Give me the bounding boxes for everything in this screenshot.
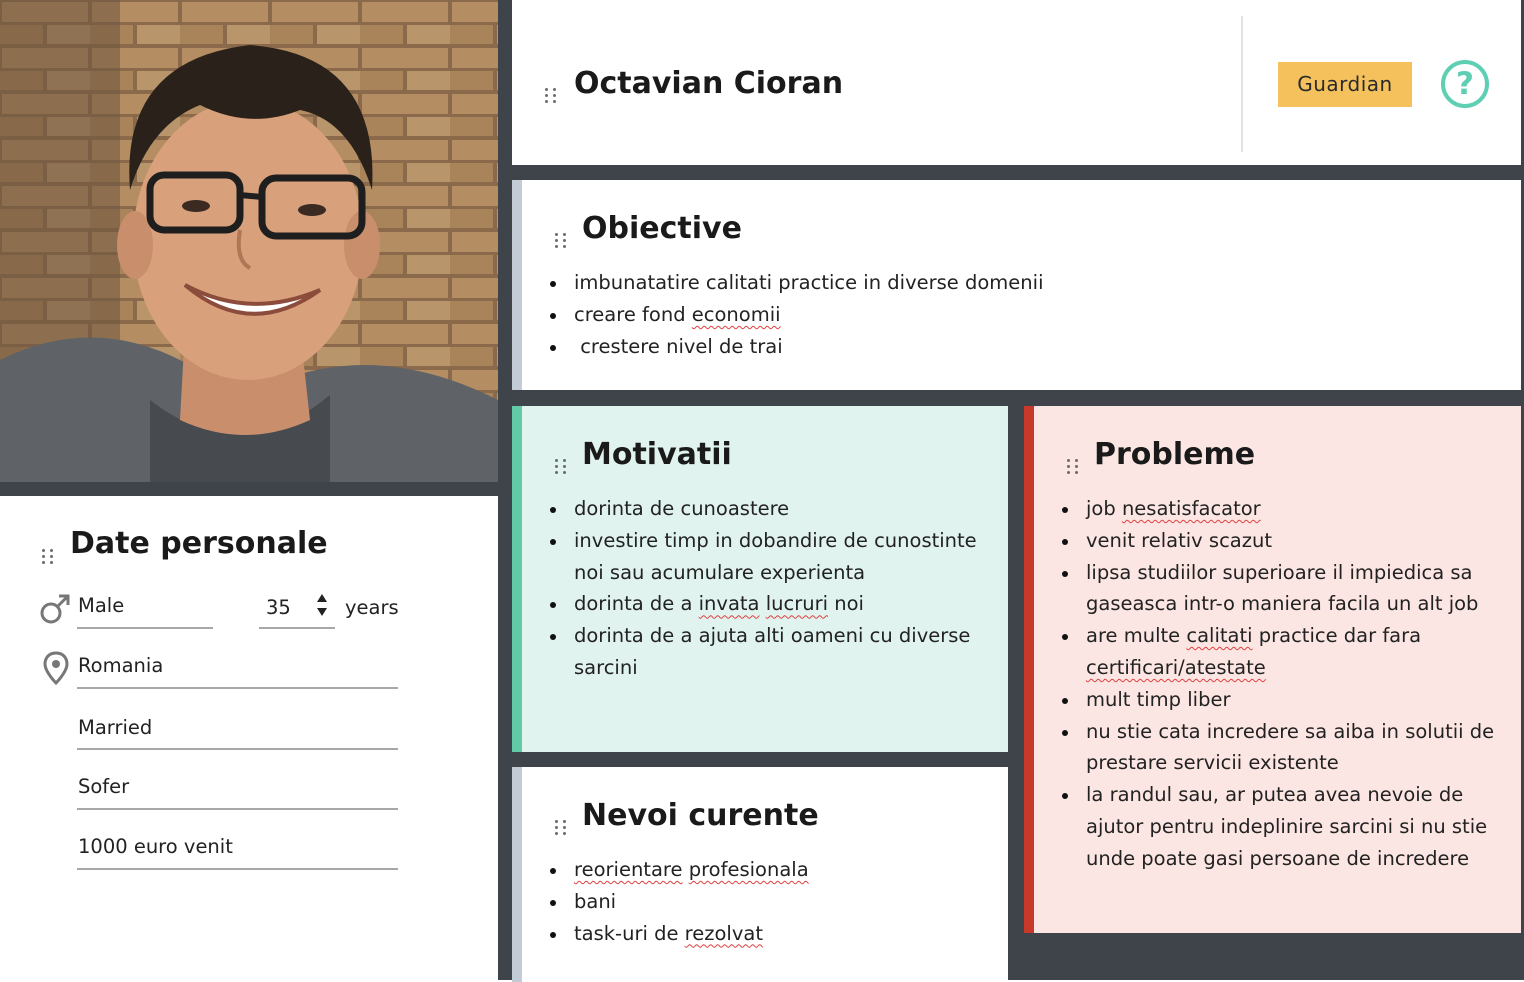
- location-field[interactable]: Romania: [78, 654, 163, 677]
- person-photo-image: [0, 0, 498, 482]
- age-underline: [259, 627, 335, 629]
- header-divider: [1241, 16, 1243, 152]
- photo-divider: [0, 482, 498, 496]
- drag-handle-icon[interactable]: [555, 809, 567, 835]
- list-item: are multe calitati practice dar fara cer…: [1060, 620, 1500, 684]
- list-item: job nesatisfacator: [1060, 493, 1500, 525]
- drag-handle-icon[interactable]: [555, 448, 567, 474]
- panel-accent-bar: [512, 767, 522, 982]
- marital-underline: [77, 748, 398, 750]
- list-item: venit relativ scazut: [1060, 525, 1500, 557]
- list-item: reorientare profesionala: [548, 854, 988, 886]
- income-underline: [77, 868, 398, 870]
- list-item: imbunatatire calitati practice in divers…: [548, 267, 1488, 299]
- gender-field[interactable]: Male: [78, 594, 124, 617]
- location-pin-icon: [43, 651, 69, 685]
- problems-title: Probleme: [1094, 437, 1256, 472]
- age-field[interactable]: 35: [266, 596, 291, 619]
- drag-handle-icon[interactable]: [555, 222, 567, 248]
- occupation-field[interactable]: Sofer: [78, 775, 129, 798]
- list-item: investire timp in dobandire de cunostint…: [548, 525, 988, 589]
- male-gender-icon: [40, 594, 70, 624]
- panel-accent-bar: [512, 180, 522, 390]
- drag-handle-icon[interactable]: [545, 77, 557, 103]
- persona-name[interactable]: Octavian Cioran: [574, 66, 843, 101]
- persona-type-badge[interactable]: Guardian: [1278, 62, 1412, 107]
- list-item: dorinta de cunoastere: [548, 493, 988, 525]
- motivations-list: dorinta de cunoastere investire timp in …: [548, 493, 988, 684]
- panel-accent-bar: [512, 406, 522, 752]
- problems-panel: Probleme job nesatisfacator venit relati…: [1024, 406, 1521, 933]
- motivations-panel: Motivatii dorinta de cunoastere investir…: [512, 406, 1008, 752]
- age-unit-label: years: [345, 596, 399, 619]
- list-item: dorinta de a invata lucruri noi: [548, 588, 988, 620]
- list-item: la randul sau, ar putea avea nevoie de a…: [1060, 779, 1500, 874]
- age-stepper-icon[interactable]: [315, 592, 329, 620]
- marital-status-field[interactable]: Married: [78, 716, 152, 739]
- list-item: task-uri de rezolvat: [548, 918, 988, 950]
- persona-canvas: Date personale Male 35 years Romania Mar…: [0, 0, 1524, 982]
- motivations-title: Motivatii: [582, 437, 732, 472]
- personal-data-panel: Date personale Male 35 years Romania Mar…: [0, 496, 498, 982]
- list-item: bani: [548, 886, 988, 918]
- list-item: nu stie cata incredere sa aiba in soluti…: [1060, 716, 1500, 780]
- location-underline: [77, 687, 398, 689]
- objectives-panel: Obiective imbunatatire calitati practice…: [512, 180, 1521, 390]
- drag-handle-icon[interactable]: [42, 538, 54, 564]
- personal-data-title: Date personale: [70, 526, 328, 561]
- list-item: crestere nivel de trai: [548, 331, 1488, 363]
- needs-panel: Nevoi curente reorientare profesionala b…: [512, 767, 1008, 982]
- panel-accent-bar: [1024, 406, 1034, 933]
- list-item: mult timp liber: [1060, 684, 1500, 716]
- objectives-title: Obiective: [582, 211, 742, 246]
- drag-handle-icon[interactable]: [1067, 448, 1079, 474]
- list-item: creare fond economii: [548, 299, 1488, 331]
- list-item: lipsa studiilor superioare il impiedica …: [1060, 557, 1500, 621]
- help-icon[interactable]: ?: [1441, 60, 1489, 108]
- list-item: dorinta de a ajuta alti oameni cu divers…: [548, 620, 988, 684]
- occupation-underline: [77, 808, 398, 810]
- needs-list: reorientare profesionala bani task-uri d…: [548, 854, 988, 949]
- income-field[interactable]: 1000 euro venit: [78, 835, 233, 858]
- problems-list: job nesatisfacator venit relativ scazut …: [1060, 493, 1500, 875]
- needs-title: Nevoi curente: [582, 798, 819, 833]
- objectives-list: imbunatatire calitati practice in divers…: [548, 267, 1488, 362]
- header-panel: Octavian Cioran Guardian ?: [512, 0, 1521, 165]
- persona-photo[interactable]: [0, 0, 498, 482]
- gender-underline: [77, 627, 213, 629]
